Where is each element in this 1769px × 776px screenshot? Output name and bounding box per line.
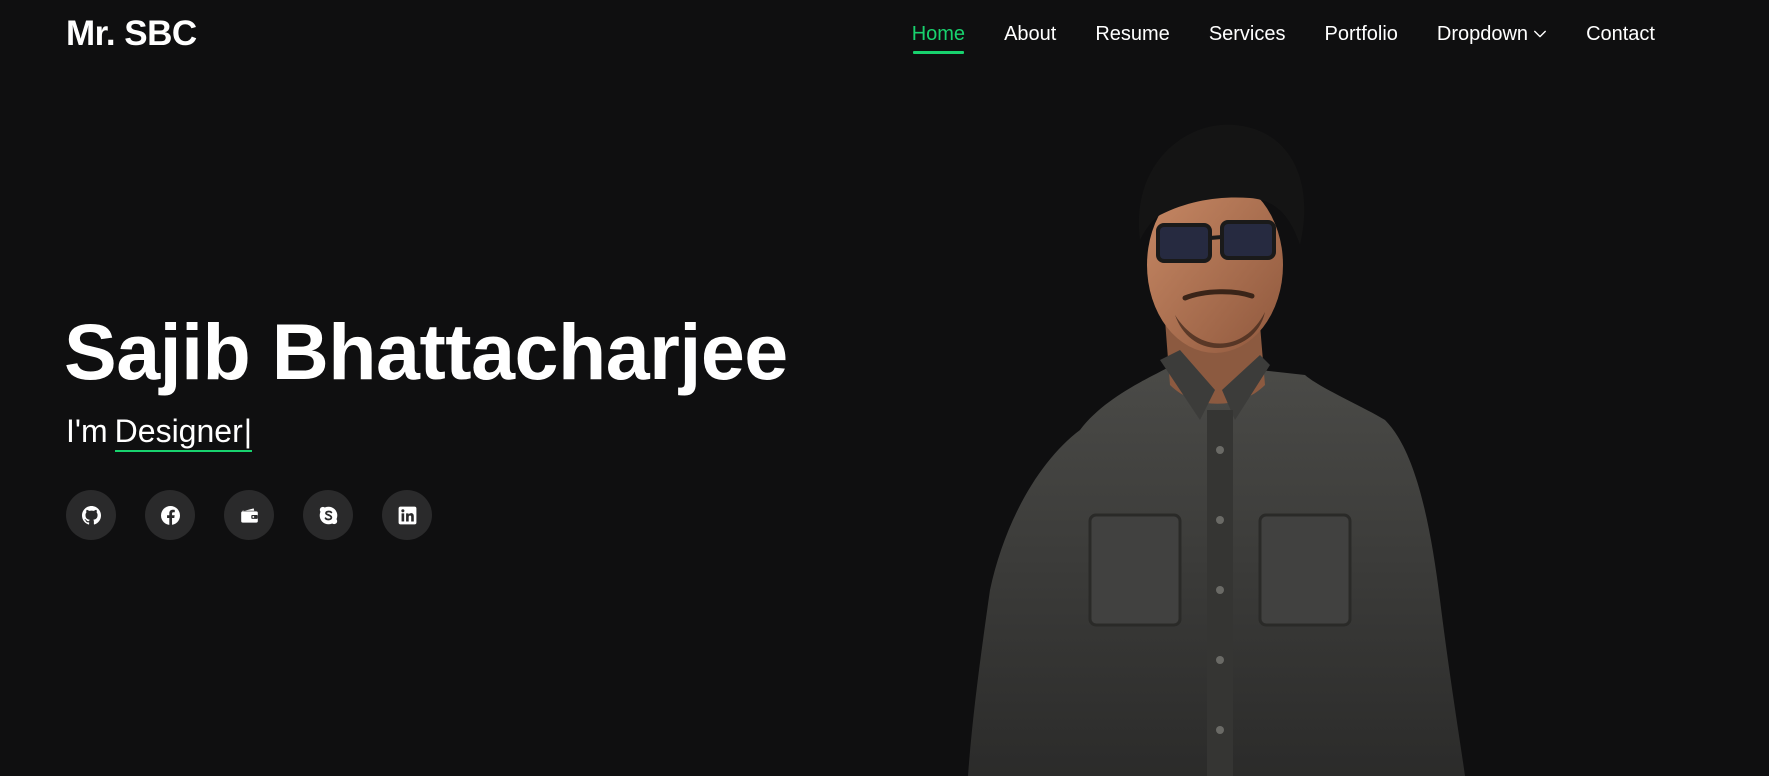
github-icon — [81, 505, 101, 525]
main-nav: Home About Resume Services Portfolio Dro… — [912, 0, 1655, 68]
typed-role-text: Designer — [114, 413, 243, 449]
nav-item-label: About — [1004, 22, 1057, 45]
linkedin-link[interactable] — [382, 490, 432, 540]
logo[interactable]: Mr. SBC — [66, 14, 197, 54]
nav-item-dropdown[interactable]: Dropdown — [1437, 0, 1547, 68]
nav-item-services[interactable]: Services — [1209, 0, 1286, 68]
linkedin-icon — [398, 506, 416, 524]
chevron-down-icon — [1534, 30, 1547, 38]
hero-prefix: I'm — [66, 413, 108, 449]
wallet-link[interactable] — [224, 490, 274, 540]
facebook-link[interactable] — [145, 490, 195, 540]
typing-cursor: | — [243, 413, 253, 449]
hero-subtitle: I'm Designer| — [66, 413, 253, 452]
hero-name: Sajib Bhattacharjee — [64, 307, 788, 396]
nav-item-label: Resume — [1095, 22, 1170, 45]
page: Mr. SBC Home About Resume Services Portf… — [0, 0, 1769, 776]
nav-item-label: Portfolio — [1324, 22, 1398, 45]
github-link[interactable] — [66, 490, 116, 540]
nav-item-contact[interactable]: Contact — [1586, 0, 1655, 68]
nav-item-resume[interactable]: Resume — [1095, 0, 1169, 68]
skype-icon — [319, 506, 337, 524]
nav-item-label: Contact — [1586, 22, 1655, 45]
nav-item-label: Dropdown — [1436, 22, 1529, 45]
social-links — [66, 490, 461, 540]
nav-item-home[interactable]: Home — [912, 0, 965, 68]
skype-link[interactable] — [303, 490, 353, 540]
nav-item-about[interactable]: About — [1004, 0, 1056, 68]
wallet-icon — [240, 507, 258, 523]
nav-item-label: Home — [911, 22, 966, 45]
nav-item-portfolio[interactable]: Portfolio — [1325, 0, 1398, 68]
site-header: Mr. SBC Home About Resume Services Portf… — [0, 0, 1769, 68]
profile-photo — [968, 124, 1465, 776]
nav-item-label: Services — [1208, 22, 1286, 45]
facebook-icon — [160, 505, 180, 525]
typed-role: Designer| — [114, 413, 253, 452]
